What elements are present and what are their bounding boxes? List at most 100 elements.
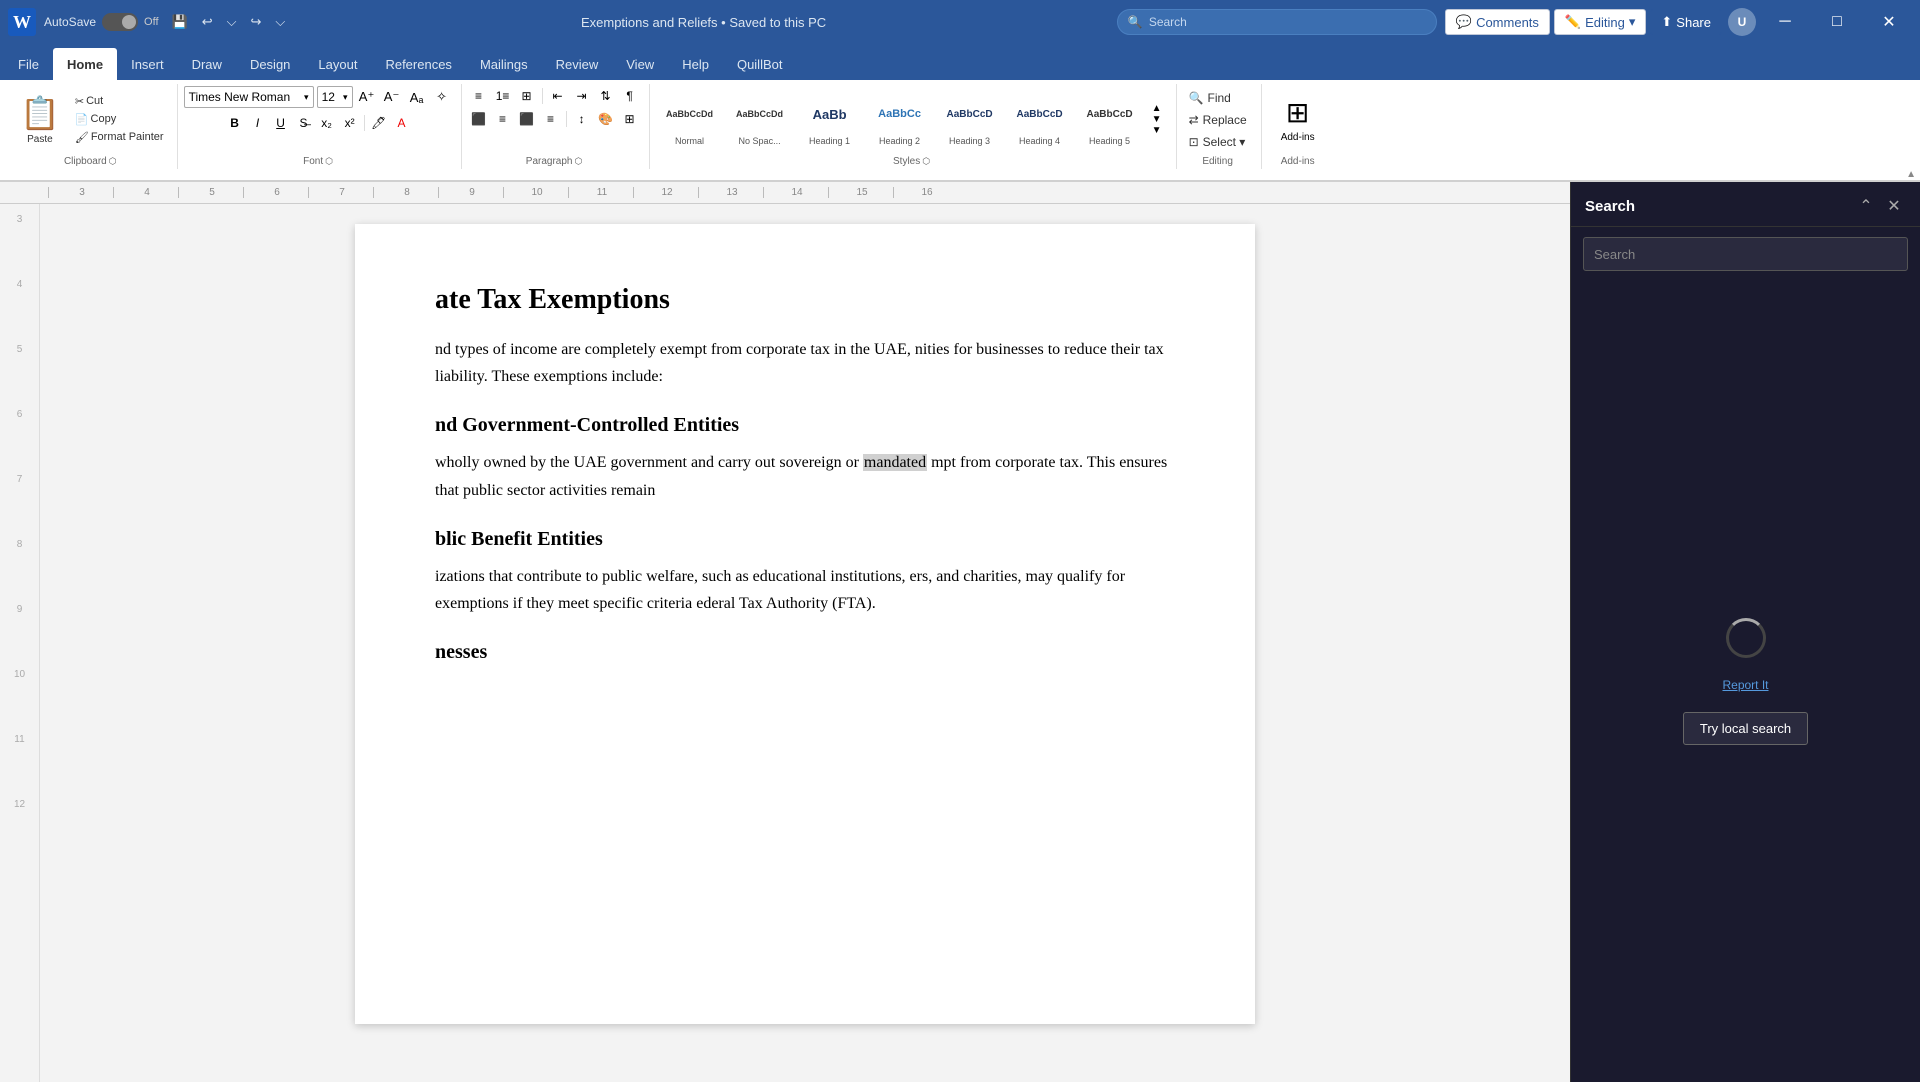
format-painter-button[interactable]: 🖌 Format Painter bbox=[70, 129, 169, 146]
titlebar-search[interactable]: 🔍 Search bbox=[1117, 9, 1437, 35]
page-num-12: 12 bbox=[0, 799, 39, 864]
text-highlight-button[interactable]: 🖊 bbox=[368, 113, 390, 133]
tab-view[interactable]: View bbox=[612, 48, 668, 80]
document-scroll[interactable]: ate Tax Exemptions nd types of income ar… bbox=[40, 204, 1570, 1082]
numbering-button[interactable]: 1≡ bbox=[492, 86, 514, 106]
tab-mailings[interactable]: Mailings bbox=[466, 48, 542, 80]
panel-close-button[interactable]: ✕ bbox=[1882, 194, 1906, 218]
style-normal[interactable]: AaBbCcDd Normal bbox=[656, 89, 724, 149]
decrease-indent-button[interactable]: ⇤ bbox=[547, 86, 569, 106]
font-label: Font ⬡ bbox=[184, 154, 453, 169]
document-page: ate Tax Exemptions nd types of income ar… bbox=[355, 224, 1255, 1024]
font-size-selector[interactable]: 12 ▾ bbox=[317, 86, 353, 108]
strikethrough-button[interactable]: S̶ bbox=[293, 113, 315, 133]
editing-button[interactable]: ✏️ Editing ▾ bbox=[1554, 9, 1646, 35]
undo-button[interactable]: ↩ bbox=[197, 12, 218, 32]
addins-button[interactable]: ⊞ Add-ins bbox=[1268, 89, 1328, 149]
minimize-button[interactable]: ─ bbox=[1762, 0, 1808, 44]
styles-up-icon: ▲ bbox=[1152, 103, 1162, 114]
style-no-spacing[interactable]: AaBbCcDd No Spac... bbox=[726, 89, 794, 149]
ruler-9: 9 bbox=[438, 187, 503, 198]
copy-button[interactable]: 📄 Copy bbox=[70, 111, 169, 128]
sort-button[interactable]: ⇅ bbox=[595, 86, 617, 106]
tab-insert[interactable]: Insert bbox=[117, 48, 178, 80]
tab-quillbot[interactable]: QuillBot bbox=[723, 48, 797, 80]
maximize-button[interactable]: □ bbox=[1814, 0, 1860, 44]
multilevel-button[interactable]: ⊞ bbox=[516, 86, 538, 106]
bold-button[interactable]: B bbox=[224, 113, 246, 133]
find-button[interactable]: 🔍 Find bbox=[1183, 88, 1237, 108]
tab-home[interactable]: Home bbox=[53, 48, 117, 80]
ribbon-collapse-icon[interactable]: ▲ bbox=[1906, 169, 1916, 180]
decrease-font-button[interactable]: A⁻ bbox=[381, 87, 403, 107]
line-spacing-button[interactable]: ↕ bbox=[571, 109, 593, 129]
style-nospace-preview: AaBbCcDd bbox=[736, 92, 783, 136]
tab-file[interactable]: File bbox=[4, 48, 53, 80]
comments-label: Comments bbox=[1476, 15, 1539, 30]
clear-formatting-button[interactable]: ✧ bbox=[431, 87, 453, 107]
close-button[interactable]: ✕ bbox=[1866, 0, 1912, 44]
font-color-button[interactable]: A bbox=[391, 113, 413, 133]
bullets-button[interactable]: ≡ bbox=[468, 86, 490, 106]
comments-button[interactable]: 💬 Comments bbox=[1445, 9, 1550, 35]
cut-button[interactable]: ✂ Cut bbox=[70, 93, 169, 110]
local-search-button[interactable]: Try local search bbox=[1683, 712, 1808, 745]
search-panel-title: Search bbox=[1585, 198, 1635, 215]
shading-button[interactable]: 🎨 bbox=[595, 109, 617, 129]
tab-layout[interactable]: Layout bbox=[304, 48, 371, 80]
share-button[interactable]: ⬆ Share bbox=[1650, 9, 1722, 35]
tab-draw[interactable]: Draw bbox=[178, 48, 236, 80]
select-icon: ⊡ bbox=[1189, 135, 1199, 149]
italic-button[interactable]: I bbox=[247, 113, 269, 133]
paragraph-expand-icon[interactable]: ⬡ bbox=[574, 156, 582, 167]
style-heading1[interactable]: AaBb Heading 1 bbox=[796, 89, 864, 149]
style-h5-name: Heading 5 bbox=[1089, 136, 1130, 146]
style-heading5[interactable]: AaBbCcD Heading 5 bbox=[1076, 89, 1144, 149]
styles-more-button[interactable]: ▲ ▼ ▼ bbox=[1146, 89, 1168, 149]
styles-expand-icon[interactable]: ⬡ bbox=[922, 156, 930, 167]
replace-button[interactable]: ⇄ Replace bbox=[1183, 110, 1253, 130]
borders-button[interactable]: ⊞ bbox=[619, 109, 641, 129]
quick-access-toolbar: 💾 ↩ ⌵ ↪ ⌵ bbox=[167, 12, 291, 32]
underline-button[interactable]: U bbox=[270, 113, 292, 133]
paste-button[interactable]: 📋 Paste bbox=[12, 91, 68, 147]
tab-design[interactable]: Design bbox=[236, 48, 304, 80]
font-group: Times New Roman ▾ 12 ▾ A⁺ A⁻ Aₐ ✧ B I U bbox=[180, 84, 462, 169]
increase-font-button[interactable]: A⁺ bbox=[356, 87, 378, 107]
undo-dropdown-button[interactable]: ⌵ bbox=[222, 12, 242, 32]
redo-button[interactable]: ↪ bbox=[245, 12, 266, 32]
align-left-button[interactable]: ⬛ bbox=[468, 109, 490, 129]
user-avatar[interactable]: U bbox=[1728, 8, 1756, 36]
align-center-button[interactable]: ≡ bbox=[492, 109, 514, 129]
style-heading4[interactable]: AaBbCcD Heading 4 bbox=[1006, 89, 1074, 149]
clipboard-expand-icon[interactable]: ⬡ bbox=[109, 156, 117, 167]
find-icon: 🔍 bbox=[1189, 91, 1204, 105]
clipboard-group: 📋 Paste ✂ Cut 📄 Copy 🖌 Format Painter bbox=[8, 84, 178, 169]
save-button[interactable]: 💾 bbox=[167, 12, 193, 32]
tab-review[interactable]: Review bbox=[542, 48, 613, 80]
change-case-button[interactable]: Aₐ bbox=[406, 87, 428, 107]
tab-references[interactable]: References bbox=[371, 48, 465, 80]
ruler-8: 8 bbox=[373, 187, 438, 198]
paste-icon: 📋 bbox=[20, 94, 60, 132]
search-icon: 🔍 bbox=[1128, 15, 1143, 29]
justify-button[interactable]: ≡ bbox=[540, 109, 562, 129]
style-heading3[interactable]: AaBbCcD Heading 3 bbox=[936, 89, 1004, 149]
document-title: Exemptions and Reliefs • Saved to this P… bbox=[298, 15, 1109, 30]
subscript-button[interactable]: x₂ bbox=[316, 113, 338, 133]
font-expand-icon[interactable]: ⬡ bbox=[325, 156, 333, 167]
ruler-12: 12 bbox=[633, 187, 698, 198]
tab-help[interactable]: Help bbox=[668, 48, 723, 80]
customize-button[interactable]: ⌵ bbox=[270, 12, 290, 32]
font-name-selector[interactable]: Times New Roman ▾ bbox=[184, 86, 314, 108]
panel-collapse-button[interactable]: ⌃ bbox=[1854, 194, 1878, 218]
align-right-button[interactable]: ⬛ bbox=[516, 109, 538, 129]
increase-indent-button[interactable]: ⇥ bbox=[571, 86, 593, 106]
superscript-button[interactable]: x² bbox=[339, 113, 361, 133]
style-heading2[interactable]: AaBbCc Heading 2 bbox=[866, 89, 934, 149]
select-button[interactable]: ⊡ Select ▾ bbox=[1183, 132, 1252, 152]
show-paragraph-button[interactable]: ¶ bbox=[619, 86, 641, 106]
search-input[interactable] bbox=[1583, 237, 1908, 271]
autosave-toggle[interactable] bbox=[102, 13, 138, 31]
report-link[interactable]: Report It bbox=[1722, 678, 1768, 692]
